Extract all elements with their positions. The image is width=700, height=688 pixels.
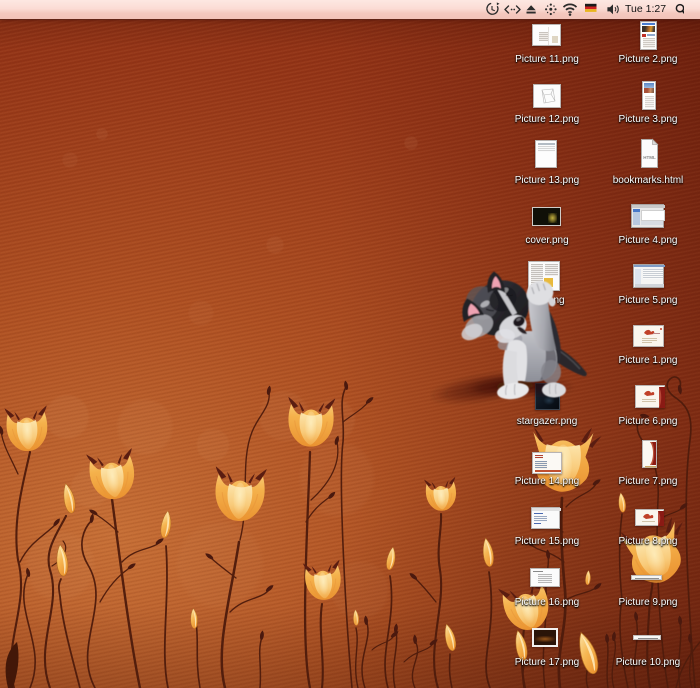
- svg-text:HTML: HTML: [643, 155, 656, 160]
